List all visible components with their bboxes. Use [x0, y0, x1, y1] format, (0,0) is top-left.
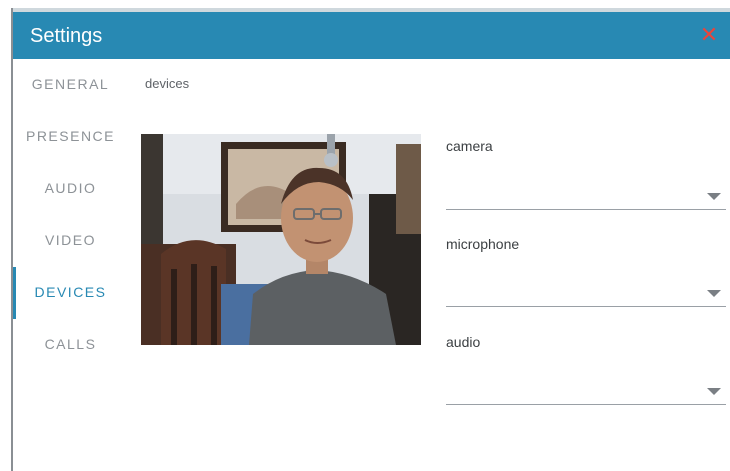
section-title: devices: [145, 76, 190, 91]
nav-item-calls[interactable]: CALLS: [13, 329, 128, 359]
close-icon[interactable]: ✕: [698, 22, 720, 48]
microphone-label: microphone: [446, 236, 520, 252]
dialog-title: Settings: [30, 25, 103, 47]
nav-item-devices[interactable]: DEVICES: [13, 277, 128, 307]
webcam-preview: [141, 134, 421, 345]
dialog-titlebar: Settings ✕: [13, 12, 730, 59]
webcam-preview-image: [141, 134, 421, 345]
camera-select[interactable]: [446, 181, 726, 210]
nav-item-audio[interactable]: AUDIO: [13, 173, 128, 203]
nav-item-general[interactable]: GENERAL: [13, 69, 128, 99]
chevron-down-icon: [707, 290, 721, 297]
microphone-select[interactable]: [446, 278, 726, 307]
chevron-down-icon: [707, 388, 721, 395]
settings-dialog: Settings ✕ GENERAL PRESENCE AUDIO VIDEO …: [0, 0, 730, 471]
chevron-down-icon: [707, 193, 721, 200]
nav-item-presence[interactable]: PRESENCE: [13, 121, 128, 151]
camera-label: camera: [446, 138, 493, 154]
audio-select[interactable]: [446, 376, 726, 405]
nav-item-video[interactable]: VIDEO: [13, 225, 128, 255]
audio-label: audio: [446, 334, 481, 350]
